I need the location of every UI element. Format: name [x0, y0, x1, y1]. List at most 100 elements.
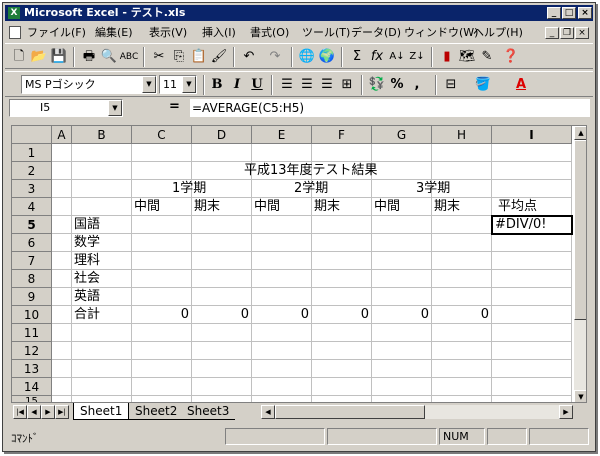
row-header-2[interactable]: 2	[12, 162, 52, 180]
sort-descending-icon[interactable]: Z↓	[407, 47, 427, 67]
percent-icon[interactable]: %	[387, 75, 407, 95]
menu-window[interactable]: ウィンドウ(W)	[404, 26, 478, 40]
currency-icon[interactable]: 💱	[367, 75, 387, 95]
sheet-tab-sheet1[interactable]: Sheet1	[73, 403, 130, 420]
column-header-e[interactable]: E	[252, 126, 312, 144]
row-header-13[interactable]: 13	[12, 360, 52, 378]
align-center-icon[interactable]: ☰	[297, 75, 317, 95]
menu-help[interactable]: ヘルプ(H)	[473, 26, 523, 40]
column-header-d[interactable]: D	[192, 126, 252, 144]
column-header-b[interactable]: B	[72, 126, 132, 144]
merge-center-icon[interactable]: ⊞	[337, 75, 357, 95]
row-header-6[interactable]: 6	[12, 234, 52, 252]
menu-view[interactable]: 表示(V)	[149, 26, 187, 40]
row-header-11[interactable]: 11	[12, 324, 52, 342]
menu-edit[interactable]: 編集(E)	[95, 26, 133, 40]
row-header-4[interactable]: 4	[12, 198, 52, 216]
comma-style-icon[interactable]: ,	[407, 75, 427, 95]
print-icon[interactable]: 🖶	[79, 47, 99, 67]
row-header-8[interactable]: 8	[12, 270, 52, 288]
redo-icon[interactable]: ↷	[265, 47, 285, 67]
office-assistant-icon[interactable]: ❓	[501, 47, 521, 67]
close-button[interactable]: ×	[578, 7, 592, 19]
web-toolbar-icon[interactable]: 🌍	[317, 47, 337, 67]
next-sheet-icon[interactable]: ▶	[41, 405, 55, 419]
italic-icon[interactable]: I	[227, 75, 247, 95]
sheet-tab-sheet2[interactable]: Sheet2	[129, 403, 184, 420]
vertical-scroll-thumb[interactable]	[574, 140, 586, 320]
undo-icon[interactable]: ↶	[239, 47, 259, 67]
horizontal-scroll-thumb[interactable]	[275, 405, 425, 419]
copy-icon[interactable]: ⎘	[169, 47, 189, 67]
row-header-3[interactable]: 3	[12, 180, 52, 198]
menu-data[interactable]: データ(D)	[351, 26, 401, 40]
spelling-icon[interactable]: ABC	[119, 47, 139, 67]
save-icon[interactable]: 💾	[49, 47, 69, 67]
excel-app-icon[interactable]: X	[8, 7, 20, 19]
select-all-corner[interactable]	[12, 126, 52, 144]
row-header-7[interactable]: 7	[12, 252, 52, 270]
minimize-button[interactable]: _	[547, 7, 561, 19]
row-header-1[interactable]: 1	[12, 144, 52, 162]
sort-ascending-icon[interactable]: A↓	[387, 47, 407, 67]
cut-icon[interactable]: ✂	[149, 47, 169, 67]
horizontal-scrollbar[interactable]: ◀ ▶	[261, 405, 573, 419]
borders-icon[interactable]: ⊟	[441, 75, 461, 95]
column-header-i[interactable]: I	[492, 126, 572, 144]
active-cell-i5[interactable]: #DIV/0!	[491, 215, 573, 235]
menu-insert[interactable]: 挿入(I)	[202, 26, 236, 40]
open-icon[interactable]: 📂	[29, 47, 49, 67]
fill-color-icon[interactable]: 🪣	[473, 75, 493, 95]
scroll-left-icon[interactable]: ◀	[261, 405, 275, 419]
align-right-icon[interactable]: ☰	[317, 75, 337, 95]
font-size-combo[interactable]: 11 ▼	[159, 75, 197, 94]
vertical-scrollbar[interactable]: ▲ ▼	[574, 126, 586, 402]
formula-input[interactable]: =AVERAGE(C5:H5)	[190, 99, 590, 117]
drawing-icon[interactable]: ✎	[477, 47, 497, 67]
chevron-down-icon[interactable]: ▼	[108, 100, 122, 116]
doc-minimize-button[interactable]: _	[545, 27, 559, 39]
bold-icon[interactable]: B	[207, 75, 227, 95]
first-sheet-icon[interactable]: |◀	[13, 405, 27, 419]
paste-function-icon[interactable]: fx	[367, 47, 387, 67]
row-header-14[interactable]: 14	[12, 378, 52, 396]
menu-format[interactable]: 書式(O)	[250, 26, 289, 40]
row-header-10[interactable]: 10	[12, 306, 52, 324]
format-painter-icon[interactable]: 🖌	[209, 47, 229, 67]
paste-icon[interactable]: 📋	[189, 47, 209, 67]
worksheet-grid[interactable]: A B C D E F G H I 1 2 3 4 5 6 7 8 9 10 1…	[11, 125, 587, 403]
chevron-down-icon[interactable]: ▼	[182, 76, 196, 93]
scroll-up-icon[interactable]: ▲	[574, 126, 586, 140]
scroll-right-icon[interactable]: ▶	[559, 405, 573, 419]
doc-restore-button[interactable]: ❐	[560, 27, 574, 39]
hyperlink-icon[interactable]: 🌐	[297, 47, 317, 67]
row-header-12[interactable]: 12	[12, 342, 52, 360]
chevron-down-icon[interactable]: ▼	[142, 76, 156, 93]
column-header-a[interactable]: A	[52, 126, 72, 144]
maximize-button[interactable]: □	[562, 7, 576, 19]
prev-sheet-icon[interactable]: ◀	[27, 405, 41, 419]
doc-close-button[interactable]: ×	[575, 27, 589, 39]
chart-wizard-icon[interactable]: ▮	[437, 47, 457, 67]
row-header-5[interactable]: 5	[12, 216, 52, 234]
last-sheet-icon[interactable]: ▶|	[55, 405, 69, 419]
new-icon[interactable]: 🗋	[9, 47, 29, 67]
column-header-g[interactable]: G	[372, 126, 432, 144]
align-left-icon[interactable]: ☰	[277, 75, 297, 95]
title-bar[interactable]: X Microsoft Excel - テスト.xls _ □ ×	[5, 5, 593, 21]
scroll-down-icon[interactable]: ▼	[574, 390, 586, 402]
font-color-icon[interactable]: A	[511, 75, 531, 95]
column-header-f[interactable]: F	[312, 126, 372, 144]
column-header-c[interactable]: C	[132, 126, 192, 144]
map-icon[interactable]: 🗺	[457, 47, 477, 67]
column-header-h[interactable]: H	[432, 126, 492, 144]
menu-file[interactable]: ファイル(F)	[27, 26, 86, 40]
font-name-combo[interactable]: MS Pゴシック ▼	[21, 75, 157, 94]
underline-icon[interactable]: U	[247, 75, 267, 95]
autosum-icon[interactable]: Σ	[347, 47, 367, 67]
name-box[interactable]: I5 ▼	[9, 99, 123, 117]
print-preview-icon[interactable]: 🔍	[99, 47, 119, 67]
menu-tools[interactable]: ツール(T)	[302, 26, 350, 40]
row-header-15[interactable]: 15	[12, 396, 52, 402]
document-icon[interactable]	[9, 26, 21, 39]
